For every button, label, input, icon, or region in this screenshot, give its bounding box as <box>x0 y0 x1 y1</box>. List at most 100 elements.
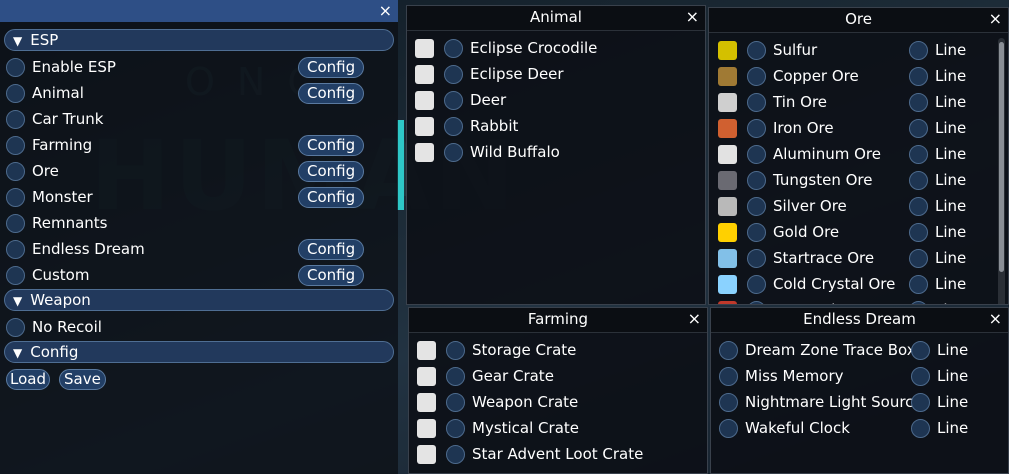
save-button[interactable]: Save <box>59 369 106 390</box>
color-checkbox[interactable] <box>415 142 434 162</box>
animal-item[interactable]: Wild Buffalo <box>415 140 560 164</box>
color-swatch[interactable] <box>718 300 737 304</box>
toggle-radio[interactable] <box>909 66 928 86</box>
toggle-radio[interactable] <box>444 90 463 110</box>
ore-line-toggle[interactable]: Line <box>909 90 966 114</box>
toggle-radio[interactable] <box>911 366 930 386</box>
toggle-radio[interactable] <box>719 418 738 438</box>
toggle-radio[interactable] <box>747 92 766 112</box>
toggle-radio[interactable] <box>747 248 766 268</box>
toggle-radio[interactable] <box>747 118 766 138</box>
toggle-radio[interactable] <box>444 142 463 162</box>
endless-dream-window-titlebar[interactable]: Endless Dream × <box>711 308 1008 333</box>
toggle-radio[interactable] <box>446 444 465 464</box>
toggle-radio[interactable] <box>446 418 465 438</box>
ore-item[interactable]: Tungsten Ore <box>718 168 873 192</box>
section-esp-header[interactable]: ▼ ESP <box>4 29 394 51</box>
ore-item[interactable]: Sulfur <box>718 38 817 62</box>
farming-config-button[interactable]: Config <box>298 135 365 156</box>
ore-item[interactable]: Copper Ore <box>718 64 859 88</box>
toggle-radio[interactable] <box>909 118 928 138</box>
toggle-radio[interactable] <box>909 300 928 304</box>
ore-line-toggle[interactable]: Line <box>909 298 966 304</box>
ore-line-toggle[interactable]: Line <box>909 194 966 218</box>
color-swatch[interactable] <box>718 92 737 112</box>
color-checkbox[interactable] <box>415 38 434 58</box>
toggle-radio[interactable] <box>6 265 25 285</box>
close-icon[interactable]: × <box>989 308 1002 330</box>
color-checkbox[interactable] <box>417 418 436 438</box>
toggle-radio[interactable] <box>911 340 930 360</box>
toggle-radio[interactable] <box>747 66 766 86</box>
toggle-radio[interactable] <box>747 274 766 294</box>
toggle-radio[interactable] <box>446 340 465 360</box>
load-button[interactable]: Load <box>6 369 50 390</box>
animal-item[interactable]: Eclipse Crocodile <box>415 36 597 60</box>
ore-line-toggle[interactable]: Line <box>909 38 966 62</box>
ore-item[interactable]: Startrace Ore <box>718 246 874 270</box>
esp-item-farming[interactable]: Farming <box>6 133 92 157</box>
toggle-radio[interactable] <box>909 170 928 190</box>
farming-item[interactable]: Storage Crate <box>417 338 576 362</box>
farming-item[interactable]: Weapon Crate <box>417 390 578 414</box>
toggle-radio[interactable] <box>6 317 25 337</box>
toggle-radio[interactable] <box>909 274 928 294</box>
ore-line-toggle[interactable]: Line <box>909 142 966 166</box>
toggle-radio[interactable] <box>909 40 928 60</box>
esp-item-endless-dream[interactable]: Endless Dream <box>6 237 145 261</box>
color-checkbox[interactable] <box>417 366 436 386</box>
color-checkbox[interactable] <box>417 340 436 360</box>
farming-window-titlebar[interactable]: Farming × <box>409 308 707 333</box>
endless-dream-config-button[interactable]: Config <box>298 239 365 260</box>
toggle-radio[interactable] <box>6 57 25 77</box>
color-checkbox[interactable] <box>415 116 434 136</box>
weapon-item-no-recoil[interactable]: No Recoil <box>6 315 102 339</box>
esp-item-animal[interactable]: Animal <box>6 81 84 105</box>
color-swatch[interactable] <box>718 248 737 268</box>
close-icon[interactable]: × <box>686 6 699 28</box>
endless-dream-item[interactable]: Wakeful Clock <box>719 416 850 440</box>
toggle-radio[interactable] <box>6 239 25 259</box>
ore-item[interactable]: Cold Crystal Ore <box>718 272 895 296</box>
ore-item[interactable]: Silver Ore <box>718 194 847 218</box>
color-swatch[interactable] <box>718 222 737 242</box>
animal-config-button[interactable]: Config <box>298 83 365 104</box>
monster-config-button[interactable]: Config <box>298 187 365 208</box>
color-swatch[interactable] <box>718 118 737 138</box>
farming-item[interactable]: Gear Crate <box>417 364 554 388</box>
close-icon[interactable]: × <box>989 8 1002 30</box>
ore-item[interactable]: Tin Ore <box>718 90 827 114</box>
ore-item[interactable]: Gold Ore <box>718 220 839 244</box>
ore-line-toggle[interactable]: Line <box>909 272 966 296</box>
toggle-radio[interactable] <box>911 418 930 438</box>
color-swatch[interactable] <box>718 170 737 190</box>
esp-item-remnants[interactable]: Remnants <box>6 211 108 235</box>
ore-window-titlebar[interactable]: Ore × <box>709 8 1008 33</box>
toggle-radio[interactable] <box>911 392 930 412</box>
ore-line-toggle[interactable]: Line <box>909 220 966 244</box>
toggle-radio[interactable] <box>444 38 463 58</box>
ore-line-toggle[interactable]: Line <box>909 168 966 192</box>
farming-item[interactable]: Star Advent Loot Crate <box>417 442 643 466</box>
endless-dream-line-toggle[interactable]: Line <box>911 338 968 362</box>
esp-item-car-trunk[interactable]: Car Trunk <box>6 107 103 131</box>
endless-dream-item[interactable]: Miss Memory <box>719 364 844 388</box>
endless-dream-item[interactable]: Nightmare Light Source <box>719 390 923 414</box>
section-weapon-header[interactable]: ▼ Weapon <box>4 289 394 311</box>
toggle-radio[interactable] <box>909 222 928 242</box>
toggle-radio[interactable] <box>446 392 465 412</box>
ore-item[interactable]: Iron Ore <box>718 116 834 140</box>
color-checkbox[interactable] <box>415 90 434 110</box>
esp-item-custom[interactable]: Custom <box>6 263 89 287</box>
esp-item-monster[interactable]: Monster <box>6 185 93 209</box>
main-menu-titlebar[interactable]: × <box>0 0 398 22</box>
animal-item[interactable]: Deer <box>415 88 506 112</box>
ore-line-toggle[interactable]: Line <box>909 64 966 88</box>
color-checkbox[interactable] <box>417 444 436 464</box>
ore-scrollbar-thumb[interactable] <box>999 42 1004 272</box>
farming-item[interactable]: Mystical Crate <box>417 416 579 440</box>
endless-dream-line-toggle[interactable]: Line <box>911 390 968 414</box>
close-icon[interactable]: × <box>688 308 701 330</box>
toggle-radio[interactable] <box>747 300 766 304</box>
esp-item-ore[interactable]: Ore <box>6 159 59 183</box>
